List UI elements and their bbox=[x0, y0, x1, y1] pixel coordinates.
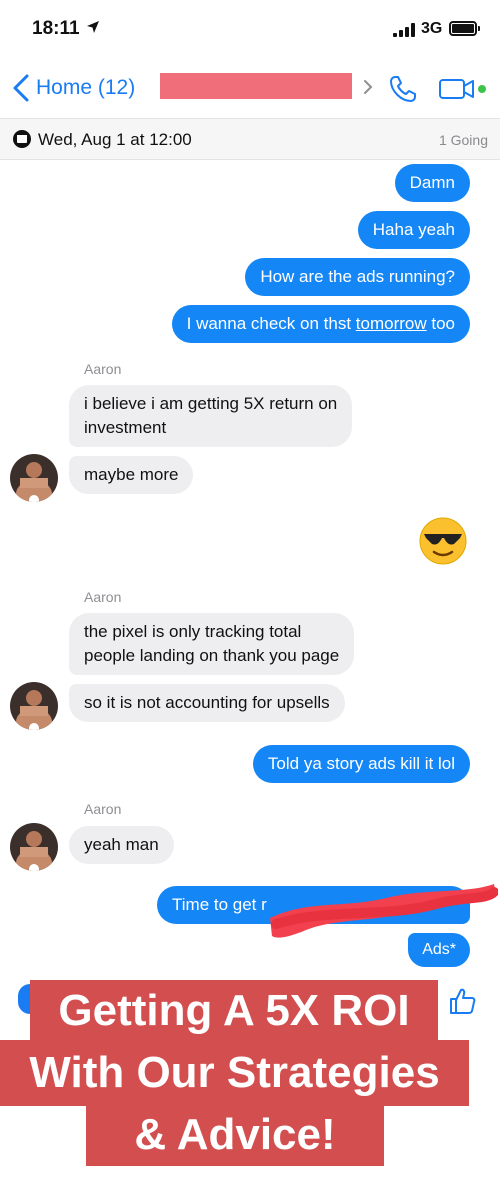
message-incoming[interactable]: i believe i am getting 5X return on inve… bbox=[69, 385, 353, 447]
conversation-header: Home (12) bbox=[0, 60, 500, 118]
avatar-image bbox=[10, 682, 58, 730]
message-text: people landing on thank you page bbox=[84, 646, 340, 665]
video-camera-icon[interactable] bbox=[438, 76, 476, 102]
location-arrow-icon bbox=[87, 21, 99, 33]
back-button-label: Home (12) bbox=[36, 76, 136, 99]
message-date-link[interactable]: tomorrow bbox=[356, 314, 427, 333]
sender-name: Aaron bbox=[84, 589, 122, 605]
avatar-image bbox=[10, 454, 58, 502]
chevron-left-icon bbox=[13, 74, 29, 102]
redacted-contact-name[interactable] bbox=[160, 73, 352, 99]
online-indicator bbox=[478, 85, 486, 93]
avatar[interactable] bbox=[10, 682, 58, 730]
message-text: the pixel is only tracking total bbox=[84, 622, 302, 641]
status-time: 18:11 bbox=[32, 18, 80, 39]
sunglasses-emoji-icon[interactable] bbox=[418, 516, 468, 566]
promo-banner-line: & Advice! bbox=[86, 1104, 384, 1166]
chevron-right-icon[interactable] bbox=[362, 78, 374, 96]
avatar[interactable] bbox=[10, 454, 58, 502]
avatar-image bbox=[10, 823, 58, 871]
message-text: I wanna check on thst bbox=[186, 314, 356, 333]
message-text: i believe i am getting 5X return on bbox=[84, 394, 338, 413]
message-incoming[interactable]: maybe more bbox=[69, 456, 194, 494]
message-outgoing[interactable]: How are the ads running? bbox=[245, 258, 470, 296]
thumbs-up-icon[interactable] bbox=[448, 986, 478, 1016]
network-type: 3G bbox=[421, 20, 443, 37]
message-incoming[interactable]: yeah man bbox=[69, 826, 174, 864]
promo-banner-line: Getting A 5X ROI bbox=[30, 980, 438, 1042]
sender-name: Aaron bbox=[84, 801, 122, 817]
event-reminder-bar[interactable]: Wed, Aug 1 at 12:00 1 Going bbox=[0, 118, 500, 160]
message-incoming[interactable]: so it is not accounting for upsells bbox=[69, 684, 345, 722]
promo-banner-line: With Our Strategies bbox=[0, 1040, 469, 1106]
phone-icon[interactable] bbox=[388, 74, 418, 104]
message-incoming[interactable]: the pixel is only tracking total people … bbox=[69, 613, 355, 675]
avatar[interactable] bbox=[10, 823, 58, 871]
message-outgoing[interactable]: Damn bbox=[394, 164, 470, 202]
sender-name: Aaron bbox=[84, 361, 122, 377]
event-going-count[interactable]: 1 Going bbox=[439, 132, 488, 148]
message-outgoing[interactable]: I wanna check on thst tomorrow too bbox=[171, 305, 470, 343]
back-button[interactable]: Home (12) bbox=[10, 72, 135, 104]
message-outgoing[interactable]: Told ya story ads kill it lol bbox=[252, 745, 470, 783]
message-outgoing[interactable]: Haha yeah bbox=[357, 211, 470, 249]
event-date: Wed, Aug 1 at 12:00 bbox=[38, 130, 192, 149]
message-text: too bbox=[426, 314, 455, 333]
status-bar: 18:11 3G bbox=[0, 0, 500, 60]
battery-icon bbox=[449, 21, 480, 36]
message-text: investment bbox=[84, 418, 167, 437]
message-outgoing[interactable]: Ads* bbox=[408, 933, 470, 967]
calendar-icon bbox=[13, 130, 31, 148]
signal-strength-icon bbox=[393, 23, 419, 37]
